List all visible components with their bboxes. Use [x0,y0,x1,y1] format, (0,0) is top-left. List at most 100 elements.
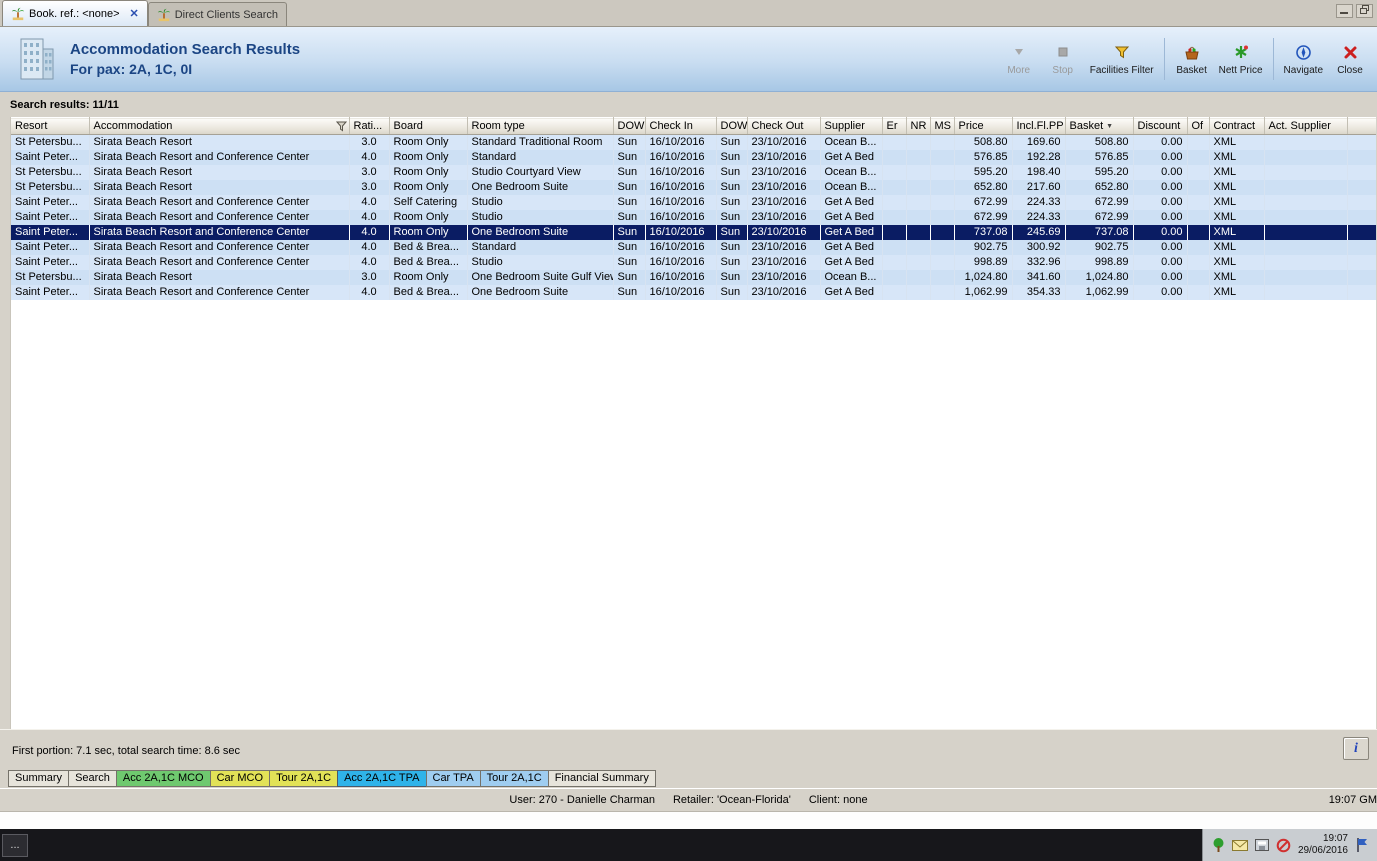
disk-icon[interactable] [1254,838,1270,852]
bottom-tab-car-tpa[interactable]: Car TPA [425,769,481,787]
table-row[interactable]: St Petersbu... Sirata Beach Resort 3.0 Room… [11,180,1376,195]
nett-price-button[interactable]: Nett Price [1215,40,1267,78]
window-tab-book-ref-none[interactable]: Book. ref.: <none> ✕ [2,0,148,26]
bottom-tab-summary[interactable]: Summary [8,769,70,787]
mail-icon[interactable] [1231,839,1248,852]
nett-price-icon [1233,42,1249,62]
chevron-down-icon [1011,42,1027,62]
bottom-tab-car-mco[interactable]: Car MCO [209,769,271,787]
column-filter-icon[interactable] [335,121,347,134]
column-header-nr[interactable]: NR [906,117,931,135]
bottom-tab-tour-2a-1c[interactable]: Tour 2A,1C [269,769,339,787]
cell-contract: XML [1209,240,1265,255]
column-header-ms[interactable]: MS [930,117,955,135]
close-button[interactable]: Close [1329,40,1371,78]
window-tab-label: Book. ref.: <none> [29,7,120,20]
column-header-act-supplier[interactable]: Act. Supplier [1264,117,1348,135]
cell-act-supplier [1264,240,1348,255]
column-header-label: MS [934,120,952,132]
column-header-check-in[interactable]: Check In [645,117,717,135]
basket-button[interactable]: Basket [1171,40,1213,78]
column-header-er[interactable]: Er [882,117,907,135]
cell-dow: Sun [613,270,646,285]
column-header-check-out[interactable]: Check Out [747,117,821,135]
cell-room-type: Studio Courtyard View [467,165,614,180]
cell-nr [906,270,931,285]
cell-act-supplier [1264,165,1348,180]
taskbar-overflow-button[interactable]: ... [2,833,28,857]
tray-time: 19:07 [1322,833,1348,844]
bottom-tab-tour-2a-1c[interactable]: Tour 2A,1C [479,769,549,787]
cell-discount: 0.00 [1133,180,1188,195]
column-header-price[interactable]: Price [954,117,1013,135]
cell-basket: 902.75 [1065,240,1134,255]
bottom-tab-acc-2a-1c-mco[interactable]: Acc 2A,1C MCO [115,769,211,787]
table-row[interactable]: Saint Peter... Sirata Beach Resort and Co… [11,255,1376,270]
column-header-label: Check In [649,120,693,132]
table-row[interactable]: St Petersbu... Sirata Beach Resort 3.0 Room… [11,270,1376,285]
cell-accommodation: Sirata Beach Resort [89,165,350,180]
close-icon [1343,42,1358,62]
column-header-contract[interactable]: Contract [1209,117,1265,135]
cell-dow: Sun [716,240,748,255]
bottom-tab-search[interactable]: Search [68,769,117,787]
table-row[interactable]: Saint Peter... Sirata Beach Resort and Co… [11,225,1376,240]
tray-clock[interactable]: 19:07 29/06/2016 [1298,833,1348,857]
table-row[interactable]: Saint Peter... Sirata Beach Resort and Co… [11,195,1376,210]
column-header-dow[interactable]: DOW [613,117,646,135]
cell-discount: 0.00 [1133,210,1188,225]
column-header-label: Er [886,120,898,132]
column-header-basket[interactable]: Basket ▼ [1065,117,1134,135]
cell-rati: 4.0 [349,195,390,210]
green-tree-icon[interactable] [1211,837,1226,853]
cell-act-supplier [1264,270,1348,285]
stop-button: Stop [1042,40,1084,78]
column-header-label: Resort [15,120,48,132]
column-header-board[interactable]: Board [389,117,468,135]
table-row[interactable]: Saint Peter... Sirata Beach Resort and Co… [11,150,1376,165]
column-header-of[interactable]: Of [1187,117,1210,135]
table-row[interactable]: St Petersbu... Sirata Beach Resort 3.0 Room… [11,134,1376,150]
info-button[interactable]: i [1343,737,1369,760]
window-tab-direct-clients-search[interactable]: Direct Clients Search [147,2,288,26]
cell-price: 1,024.80 [954,270,1013,285]
column-header-incl-fl-pp[interactable]: Incl.Fl.PP [1012,117,1066,135]
cell-ms [930,240,955,255]
table-row[interactable]: St Petersbu... Sirata Beach Resort 3.0 Room… [11,165,1376,180]
sort-indicator-icon: ▼ [1106,122,1114,130]
tab-close-icon[interactable]: ✕ [130,7,139,20]
cell-ms [930,255,955,270]
cell-dow: Sun [613,240,646,255]
bottom-tab-financial-summary[interactable]: Financial Summary [547,769,656,787]
column-header-blank[interactable] [1347,117,1376,135]
system-tray: 19:07 29/06/2016 [1201,829,1377,861]
cell-accommodation: Sirata Beach Resort and Conference Cente… [89,285,350,300]
column-header-label: Check Out [751,120,804,132]
bottom-tab-acc-2a-1c-tpa[interactable]: Acc 2A,1C TPA [337,769,427,787]
table-row[interactable]: Saint Peter... Sirata Beach Resort and Co… [11,210,1376,225]
facilities-filter-button[interactable]: Facilities Filter [1086,40,1158,78]
blocked-icon[interactable] [1276,838,1291,853]
results-table-area: Resort Accommodation Rati... Board Room type… [10,117,1376,729]
table-row[interactable]: Saint Peter... Sirata Beach Resort and Co… [11,240,1376,255]
navigate-button[interactable]: Navigate [1280,40,1327,78]
column-header-discount[interactable]: Discount [1133,117,1188,135]
column-header-room-type[interactable]: Room type [467,117,614,135]
cell-price: 737.08 [954,225,1013,240]
cell-price: 652.80 [954,180,1013,195]
table-row[interactable]: Saint Peter... Sirata Beach Resort and Co… [11,285,1376,300]
column-header-supplier[interactable]: Supplier [820,117,883,135]
column-header-dow[interactable]: DOW [716,117,748,135]
minimize-button[interactable] [1336,4,1353,18]
column-header-rati[interactable]: Rati... [349,117,390,135]
cell-basket: 652.80 [1065,180,1134,195]
cell-discount: 0.00 [1133,165,1188,180]
column-header-resort[interactable]: Resort [11,117,90,135]
restore-button[interactable] [1356,4,1373,18]
cell-contract: XML [1209,195,1265,210]
cell-dow: Sun [716,270,748,285]
cell-dow: Sun [716,255,748,270]
cell-check-in: 16/10/2016 [645,195,717,210]
flag-icon[interactable] [1355,837,1369,853]
column-header-accommodation[interactable]: Accommodation [89,117,350,135]
